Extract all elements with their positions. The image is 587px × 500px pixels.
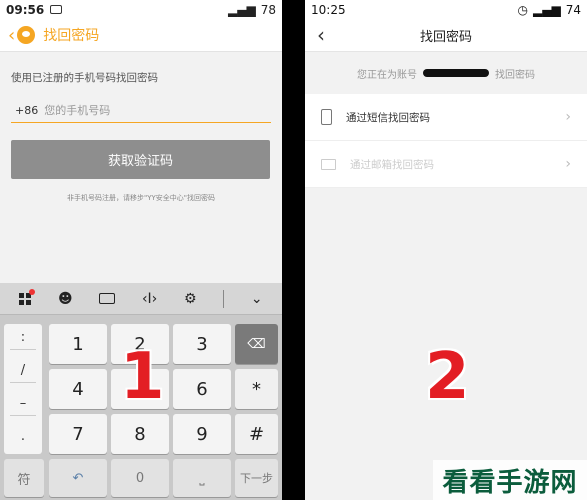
account-info: 您正在为账号 找回密码 <box>305 52 587 94</box>
battery-level: 74 <box>565 2 581 17</box>
key-1[interactable]: 1 <box>49 324 107 364</box>
space-icon[interactable]: ⎵ <box>173 459 231 497</box>
chevron-down-icon[interactable]: ⌄ <box>251 291 263 307</box>
symbol-key[interactable]: : <box>9 330 37 351</box>
signal-icon: ▂▄▆ <box>228 2 256 17</box>
hash-key[interactable]: # <box>235 414 278 454</box>
key-9[interactable]: 9 <box>173 414 231 454</box>
gear-icon[interactable]: ⚙ <box>184 291 197 307</box>
symbol-key[interactable]: . <box>10 429 37 448</box>
masked-account <box>423 69 489 77</box>
signal-icon: ▂▄▆ <box>533 2 561 17</box>
back-chevron-icon[interactable]: ‹ <box>317 23 325 47</box>
notification-icon <box>50 5 63 14</box>
yy-logo-icon <box>17 26 36 44</box>
title-bar: ‹ 找回密码 <box>0 19 282 52</box>
cursor-icon[interactable]: ‹I› <box>142 291 157 307</box>
watermark-logo: 看看手游网 <box>433 460 587 500</box>
option-email[interactable]: 通过邮箱找回密码 › <box>305 141 587 188</box>
status-time: 10:25 <box>311 2 346 17</box>
emoji-icon[interactable]: ☻ <box>58 291 73 307</box>
option-sms-label: 通过短信找回密码 <box>346 111 430 124</box>
status-time: 09:56 <box>6 2 45 17</box>
key-6[interactable]: 6 <box>173 369 231 409</box>
page-title: 找回密码 <box>419 29 472 45</box>
key-0[interactable]: 0 <box>111 459 169 497</box>
account-prefix: 您正在为账号 <box>357 69 417 81</box>
country-code[interactable]: +86 <box>15 104 38 117</box>
instruction-text: 使用已注册的手机号码找回密码 <box>11 72 158 84</box>
back-arrow-icon[interactable]: ‹ <box>8 25 15 46</box>
backspace-icon[interactable]: ⌫ <box>235 324 278 364</box>
symbol-column[interactable]: : / – . <box>4 324 42 454</box>
chevron-right-icon: › <box>565 156 571 172</box>
battery-level: 78 <box>260 2 276 17</box>
page-title: 找回密码 <box>43 28 100 44</box>
phone-icon <box>321 109 332 125</box>
symbols-key[interactable]: 符 <box>4 459 44 497</box>
asterisk-key[interactable]: * <box>235 369 278 409</box>
key-4[interactable]: 4 <box>49 369 107 409</box>
option-sms[interactable]: 通过短信找回密码 › <box>305 94 587 141</box>
option-email-label: 通过邮箱找回密码 <box>350 158 434 171</box>
next-step-key[interactable]: 下一步 <box>235 459 278 497</box>
get-code-button[interactable]: 获取验证码 <box>11 140 270 179</box>
keyboard-icon[interactable] <box>99 293 116 304</box>
undo-icon[interactable]: ↶ <box>49 459 107 497</box>
symbol-key[interactable]: / <box>9 363 37 384</box>
step-number-2: 2 <box>425 340 470 414</box>
step-number-1: 1 <box>120 340 165 414</box>
form-body: 使用已注册的手机号码找回密码 +86 获取验证码 非手机号码注册，请移步"YY安… <box>0 52 282 217</box>
keyboard-toolbar: ☻ ‹I› ⚙ ⌄ <box>0 283 282 315</box>
symbol-key[interactable]: – <box>9 396 37 416</box>
alt-recovery-note: 非手机号码注册，请移步"YY安全中心"找回密码 <box>67 194 215 202</box>
key-3[interactable]: 3 <box>173 324 231 364</box>
phone-field-row: +86 <box>11 99 271 123</box>
phone-input[interactable] <box>44 104 271 117</box>
title-bar: ‹ 找回密码 <box>305 19 587 52</box>
chevron-right-icon: › <box>565 109 571 125</box>
alarm-icon: ◷ <box>517 2 529 17</box>
status-bar: 09:56 ▂▄▆ 78 <box>0 0 282 19</box>
status-bar: 10:25 ◷ ▂▄▆ 74 <box>305 0 587 19</box>
account-suffix: 找回密码 <box>495 69 535 81</box>
mail-icon <box>321 158 336 170</box>
toolbar-divider <box>223 289 225 308</box>
apps-icon[interactable] <box>19 288 36 305</box>
right-screen: 10:25 ◷ ▂▄▆ 74 ‹ 找回密码 您正在为账号 找回密码 通过短信找回… <box>305 0 587 500</box>
key-7[interactable]: 7 <box>49 414 107 454</box>
key-8[interactable]: 8 <box>111 414 169 454</box>
